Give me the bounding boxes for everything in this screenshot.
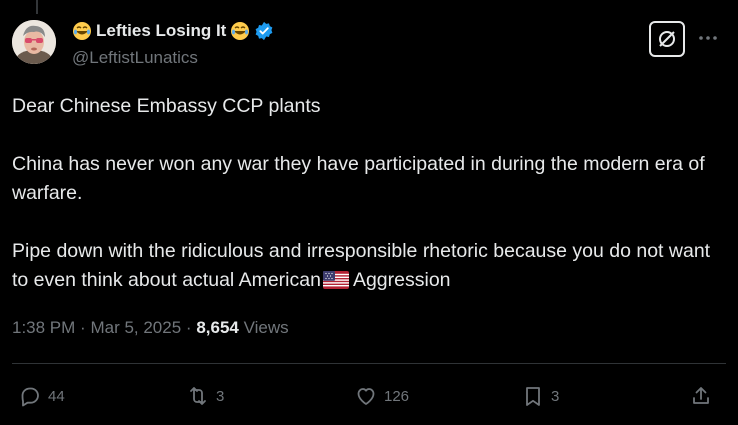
- post-date[interactable]: Mar 5, 2025: [90, 318, 181, 337]
- grok-icon: [659, 31, 675, 47]
- post-paragraph: China has never won any war they have pa…: [12, 153, 705, 204]
- more-options-button[interactable]: [694, 26, 722, 50]
- reply-icon: [21, 387, 39, 407]
- post-paragraph: Dear Chinese Embassy CCP plants: [12, 95, 321, 117]
- meta-separator: ·: [185, 318, 192, 337]
- share-button[interactable]: [689, 378, 713, 414]
- bookmark-icon: [526, 387, 540, 406]
- share-icon: [693, 387, 709, 404]
- author-handle[interactable]: @LeftistLunatics: [72, 48, 198, 68]
- post-paragraph-suffix: Aggression: [352, 269, 451, 291]
- author-name-row[interactable]: Lefties Losing It: [72, 21, 274, 41]
- repost-icon: [190, 387, 206, 405]
- author-name: Lefties Losing It: [96, 21, 227, 40]
- like-button[interactable]: 126: [354, 378, 409, 414]
- post-text: Dear Chinese Embassy CCP plants China ha…: [12, 92, 726, 298]
- bookmark-count: 3: [551, 387, 560, 405]
- post-paragraph-last: Pipe down with the ridiculous and irresp…: [12, 237, 726, 298]
- joy-emoji-icon: [72, 21, 92, 41]
- meta-separator: ·: [80, 318, 86, 337]
- post-meta: 1:38 PM · Mar 5, 2025 · 8,654 Views: [12, 318, 289, 338]
- repost-count: 3: [216, 387, 225, 405]
- repost-button[interactable]: 3: [186, 378, 224, 414]
- views-count[interactable]: 8,654: [196, 318, 239, 337]
- grok-button[interactable]: [649, 21, 685, 57]
- bookmark-button[interactable]: 3: [521, 378, 559, 414]
- reply-button[interactable]: 44: [18, 378, 65, 414]
- views-label: Views: [243, 318, 289, 337]
- action-bar: 44 3 126 3: [0, 378, 738, 414]
- joy-emoji-icon: [230, 21, 250, 41]
- avatar-image: [12, 20, 56, 64]
- thread-connector-line: [36, 0, 38, 14]
- post-time[interactable]: 1:38 PM: [12, 318, 75, 337]
- like-count: 126: [384, 387, 410, 405]
- us-flag-icon: [322, 269, 349, 298]
- more-dots-icon: [699, 36, 717, 40]
- reply-count: 44: [48, 387, 65, 405]
- divider: [12, 363, 726, 364]
- heart-icon: [357, 388, 375, 405]
- verified-badge-icon[interactable]: [254, 21, 274, 41]
- avatar[interactable]: [12, 20, 56, 64]
